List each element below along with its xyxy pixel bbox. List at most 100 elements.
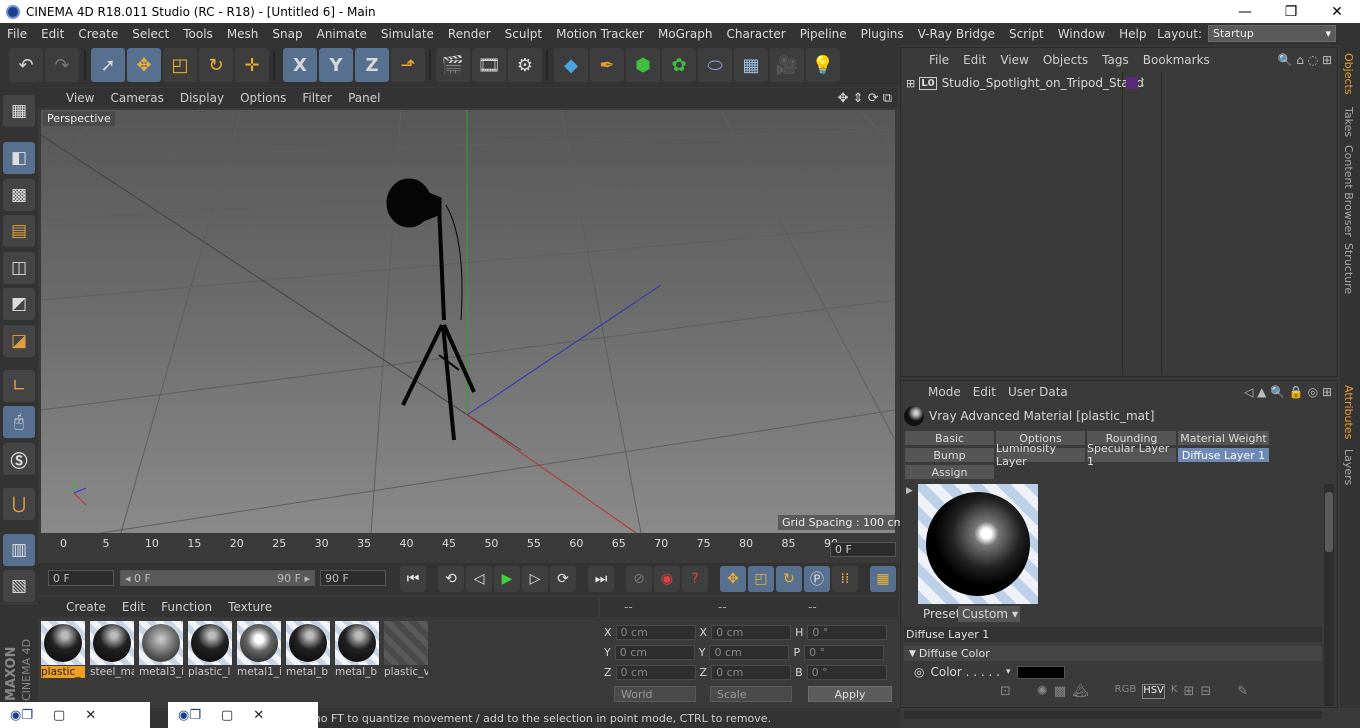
minimize-button[interactable]: — [1222, 0, 1268, 23]
color-picture-icon[interactable]: ▩ [1054, 684, 1066, 699]
color-swatch[interactable] [1016, 665, 1065, 679]
cloner-icon[interactable]: ✿ [662, 48, 696, 82]
workplane-mode-icon[interactable]: ▤ [3, 215, 35, 247]
preset-dropdown[interactable]: Custom ▾ [958, 606, 1020, 622]
scheme-settings-icon[interactable]: ▦ [870, 566, 896, 592]
render-view-icon[interactable]: 🎬 [436, 48, 470, 82]
object-menu-tags[interactable]: Tags [1095, 53, 1136, 67]
viewport-menu-options[interactable]: Options [232, 91, 294, 105]
collapse-arrow-icon[interactable]: ▶ [906, 486, 913, 496]
layout-dropdown[interactable]: Startup ▾ [1208, 25, 1336, 42]
tab-takes[interactable]: Takes [1342, 107, 1355, 137]
live-selection-icon[interactable]: ➚ [91, 48, 125, 82]
size-z-field[interactable]: 0 cm [711, 664, 792, 680]
go-to-end-icon[interactable]: ⏭ [588, 566, 614, 592]
color-wheel-icon[interactable]: ✺ [1037, 684, 1048, 699]
camera-icon[interactable]: 🎥 [770, 48, 804, 82]
edges-mode-icon[interactable]: ◩ [3, 288, 35, 320]
key-scale-icon[interactable]: ◰ [748, 566, 774, 592]
tab-objects[interactable]: Objects [1342, 53, 1355, 95]
object-menu-bookmarks[interactable]: Bookmarks [1136, 53, 1217, 67]
y-axis-icon[interactable]: Y [319, 48, 353, 82]
menu-vray-bridge[interactable]: V-Ray Bridge [911, 27, 1002, 41]
next-frame-icon[interactable]: ▷ [522, 566, 548, 592]
start-frame-field[interactable]: 0 F [48, 570, 114, 586]
floor-icon[interactable]: ▦ [734, 48, 768, 82]
object-menu-file[interactable]: File [922, 53, 956, 67]
kelvin-mode-icon[interactable]: K [1171, 684, 1178, 699]
current-frame-field[interactable]: 0 F [830, 542, 896, 557]
object-list-item[interactable]: ⊞ L0 Studio_Spotlight_on_Tripod_Stand ⁚ [902, 73, 1336, 93]
viewport-menu-display[interactable]: Display [172, 91, 232, 105]
group-diffuse-color[interactable]: ▼ Diffuse Color [904, 646, 1322, 661]
recent-tool-icon[interactable]: ✛ [235, 48, 269, 82]
material-swatch[interactable]: plastic_v [384, 621, 428, 679]
move-icon[interactable]: ✥ [127, 48, 161, 82]
previous-frame-icon[interactable]: ◁ [466, 566, 492, 592]
menu-file[interactable]: File [0, 27, 34, 41]
tab-diffuse-layer-1[interactable]: Diffuse Layer 1 [1177, 447, 1270, 463]
redo-icon[interactable]: ↷ [45, 48, 79, 82]
chevron-down-icon[interactable]: ▾ [1006, 667, 1011, 677]
animate-toggle-icon[interactable]: ◎ [914, 665, 924, 679]
material-menu-function[interactable]: Function [153, 600, 220, 614]
material-swatch[interactable]: steel_ma [90, 621, 134, 679]
menu-create[interactable]: Create [71, 27, 125, 41]
end-frame-field[interactable]: 90 F [320, 570, 386, 586]
scale-icon[interactable]: ◰ [163, 48, 197, 82]
tab-layers[interactable]: Layers [1342, 449, 1355, 485]
tweak-mode-icon[interactable]: 🖰 [3, 406, 35, 438]
visibility-dots-icon[interactable]: ⁚ [1142, 78, 1145, 89]
color-image-icon[interactable]: 🏔 [1072, 684, 1089, 699]
close-button[interactable]: ✕ [1314, 0, 1360, 23]
menu-select[interactable]: Select [125, 27, 176, 41]
menu-mograph[interactable]: MoGraph [651, 27, 720, 41]
key-pla-icon[interactable]: ⁞⁞ [832, 566, 858, 592]
subdivision-icon[interactable]: ⬢ [626, 48, 660, 82]
rotation-p-field[interactable]: 0 ° [804, 644, 885, 660]
coordinate-space-dropdown[interactable]: World [614, 686, 696, 702]
scrollbar-thumb[interactable] [1325, 492, 1333, 552]
layer-color-icon[interactable] [1126, 77, 1138, 89]
keyframe-selection-icon[interactable]: ? [682, 566, 708, 592]
attribute-menu-user-data[interactable]: User Data [1002, 385, 1074, 399]
task-close-icon[interactable]: ✕ [253, 708, 264, 723]
taskbar-window-1[interactable]: ◉❐ ▢ ✕ [0, 702, 150, 728]
viewport-menu-cameras[interactable]: Cameras [102, 91, 171, 105]
x-axis-icon[interactable]: X [283, 48, 317, 82]
expand-icon[interactable]: ⊞ [906, 77, 915, 90]
tab-bump[interactable]: Bump [904, 447, 995, 463]
size-mode-dropdown[interactable]: Scale [710, 686, 792, 702]
play-icon[interactable]: ▶ [494, 566, 520, 592]
hsv-mode-icon[interactable]: HSV [1142, 684, 1165, 699]
menu-tools[interactable]: Tools [176, 27, 220, 41]
planar-workplane-icon[interactable]: ▧ [3, 570, 35, 602]
undo-icon[interactable]: ↶ [9, 48, 43, 82]
solo-icon[interactable]: Ⓢ [3, 443, 35, 475]
maximize-button[interactable]: ❐ [1268, 0, 1314, 23]
object-menu-objects[interactable]: Objects [1036, 53, 1095, 67]
object-menu-edit[interactable]: Edit [956, 53, 993, 67]
task-minimize-icon[interactable]: ▢ [53, 708, 65, 723]
menu-snap[interactable]: Snap [265, 27, 309, 41]
object-menu-view[interactable]: View [993, 53, 1035, 67]
size-y-field[interactable]: 0 cm [709, 644, 790, 660]
tab-luminosity-layer[interactable]: Luminosity Layer [995, 442, 1086, 468]
menu-mesh[interactable]: Mesh [220, 27, 266, 41]
task-close-icon[interactable]: ✕ [85, 708, 96, 723]
menu-render[interactable]: Render [441, 27, 498, 41]
menu-character[interactable]: Character [719, 27, 792, 41]
cube-icon[interactable]: ◆ [554, 48, 588, 82]
material-swatch[interactable]: metal_b [335, 621, 379, 679]
frame-range-slider[interactable]: ◂ 0 F 90 F ▸ [120, 570, 315, 586]
viewport-menu-filter[interactable]: Filter [294, 91, 340, 105]
size-x-field[interactable]: 0 cm [711, 624, 792, 640]
viewport-menu-panel[interactable]: Panel [340, 91, 388, 105]
previous-key-icon[interactable]: ⟲ [438, 566, 464, 592]
deformer-icon[interactable]: ⬭ [698, 48, 732, 82]
menu-help[interactable]: Help [1112, 27, 1153, 41]
menu-simulate[interactable]: Simulate [374, 27, 441, 41]
snap-icon[interactable]: ⋃ [3, 488, 35, 520]
eyedropper-icon[interactable]: ✎ [1237, 684, 1248, 699]
viewport-navigation-icon[interactable]: ✥ ⇕ ⟳ ⧉ [838, 91, 892, 106]
